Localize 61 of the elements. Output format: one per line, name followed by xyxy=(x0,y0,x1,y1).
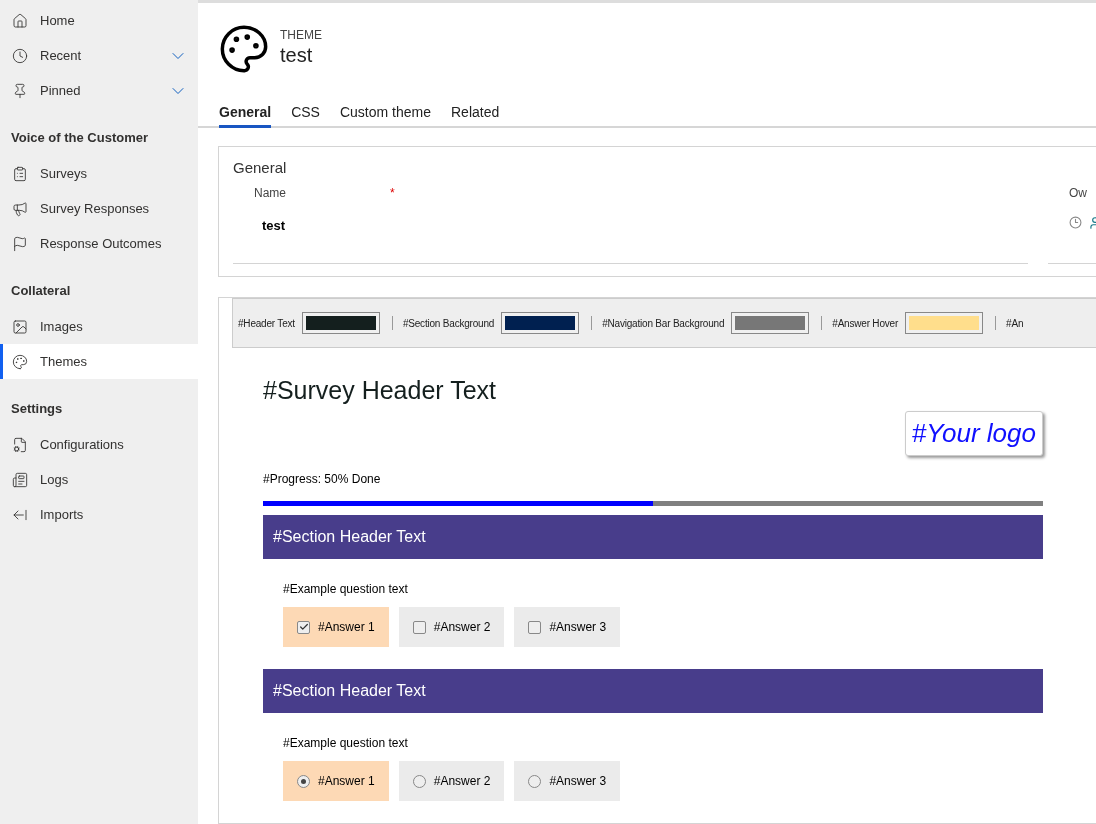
checkbox[interactable] xyxy=(528,620,542,634)
entity-type: THEME xyxy=(280,28,322,42)
nav-item[interactable]: Themes xyxy=(0,344,198,379)
section-header: #Section Header Text xyxy=(263,515,1043,559)
field-label: Ow xyxy=(1069,186,1087,203)
radio-button[interactable] xyxy=(297,774,310,788)
answer-option[interactable]: #Answer 3 xyxy=(514,607,621,647)
answer-option[interactable]: #Answer 1 xyxy=(283,761,389,801)
tab[interactable]: CSS xyxy=(291,104,320,129)
tab[interactable]: Custom theme xyxy=(339,104,431,129)
required-mark: * xyxy=(390,186,395,203)
field-label: Name xyxy=(254,186,286,203)
answer-option[interactable]: #Answer 1 xyxy=(283,607,389,647)
color-label: #An xyxy=(1006,317,1024,329)
logo-text: #Your logo xyxy=(911,418,1036,448)
nav-item[interactable]: Survey Responses xyxy=(0,191,198,226)
checklist-icon xyxy=(12,165,28,182)
nav-item[interactable]: Images xyxy=(0,309,198,344)
tab[interactable]: Related xyxy=(451,104,500,129)
nav-item[interactable]: Configurations xyxy=(0,427,198,462)
answer-option[interactable]: #Answer 2 xyxy=(398,607,505,647)
checkbox[interactable] xyxy=(297,620,310,634)
settings-file-icon xyxy=(12,436,28,453)
radio-button[interactable] xyxy=(412,774,426,788)
clock-icon xyxy=(12,47,28,64)
nav-item[interactable]: Home xyxy=(0,3,198,38)
clock-icon xyxy=(1069,216,1082,230)
megaphone-icon xyxy=(12,200,28,217)
progress-label: #Progress: 50% Done xyxy=(263,472,382,486)
image-icon xyxy=(12,318,28,335)
section-header: #Section Header Text xyxy=(263,669,1043,713)
question-text: #Example question text xyxy=(283,736,409,750)
nav-item[interactable]: Recent xyxy=(0,38,198,73)
color-label: #Answer Hover xyxy=(832,317,899,329)
question-text: #Example question text xyxy=(283,582,409,596)
nav-item[interactable]: Logs xyxy=(0,462,198,497)
palette-icon xyxy=(218,23,270,75)
checkbox[interactable] xyxy=(412,620,426,634)
color-label: #Header Text xyxy=(238,317,295,329)
field-value[interactable]: test xyxy=(262,218,1028,234)
nav-item[interactable]: Surveys xyxy=(0,156,198,191)
nav-section-heading: Collateral xyxy=(10,281,72,300)
flag-icon xyxy=(12,235,28,252)
answer-option[interactable]: #Answer 2 xyxy=(398,761,505,801)
nav-item[interactable]: Response Outcomes xyxy=(0,226,198,261)
home-icon xyxy=(12,12,28,29)
survey-header: #Survey Header Text xyxy=(263,376,497,405)
color-label: #Navigation Bar Background xyxy=(602,317,725,329)
record-title: test xyxy=(280,44,314,67)
nav-section-heading: Settings xyxy=(10,399,64,418)
newspaper-icon xyxy=(12,471,28,488)
answer-option[interactable]: #Answer 3 xyxy=(514,761,621,801)
color-label: #Section Background xyxy=(402,317,495,329)
nav-item[interactable]: Pinned xyxy=(0,73,198,108)
nav-item[interactable]: Imports xyxy=(0,497,198,532)
section-title: General xyxy=(233,159,288,177)
palette-icon xyxy=(12,353,28,370)
tab[interactable]: General xyxy=(219,104,272,129)
nav-section-heading: Voice of the Customer xyxy=(10,128,149,147)
pin-icon xyxy=(12,82,28,99)
radio-button[interactable] xyxy=(528,774,542,788)
